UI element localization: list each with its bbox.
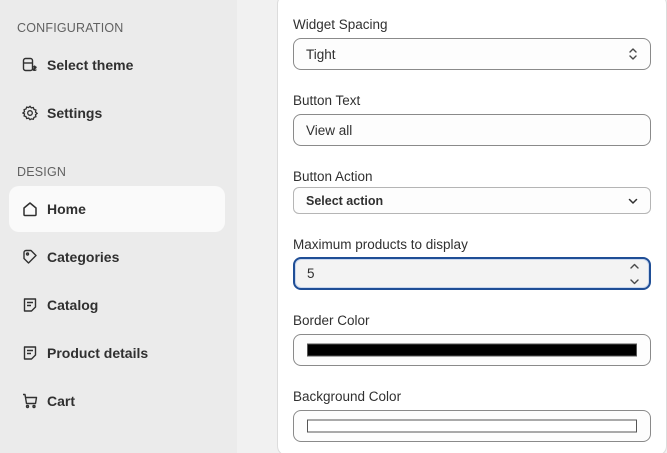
- sidebar-item-label: Categories: [47, 249, 120, 265]
- sidebar: CONFIGURATION Select theme Settings DESI…: [0, 0, 237, 453]
- border-color-swatch[interactable]: [307, 343, 637, 357]
- home-icon: [21, 201, 38, 218]
- section-label-configuration: CONFIGURATION: [17, 21, 124, 35]
- tag-icon: [21, 249, 38, 266]
- sidebar-item-home[interactable]: Home: [9, 186, 225, 232]
- sidebar-item-select-theme[interactable]: Select theme: [9, 42, 225, 88]
- sidebar-item-label: Catalog: [47, 297, 99, 313]
- button-action-select[interactable]: Select action: [293, 187, 651, 214]
- sidebar-item-label: Settings: [47, 105, 103, 121]
- border-color-picker[interactable]: [293, 334, 651, 366]
- widget-spacing-label: Widget Spacing: [293, 17, 388, 32]
- max-products-value: 5: [307, 266, 315, 281]
- sidebar-item-label: Cart: [47, 393, 76, 409]
- sidebar-item-categories[interactable]: Categories: [9, 234, 225, 280]
- button-text-value: View all: [306, 122, 353, 138]
- sidebar-item-cart[interactable]: Cart: [9, 378, 225, 424]
- select-arrows-icon: [626, 46, 640, 62]
- button-text-label: Button Text: [293, 93, 361, 108]
- max-products-stepper[interactable]: 5: [293, 257, 651, 290]
- cart-icon: [21, 393, 38, 410]
- sidebar-item-label: Select theme: [47, 57, 134, 73]
- layout-gap: [237, 0, 277, 453]
- sidebar-item-label: Product details: [47, 345, 149, 361]
- decrement-icon[interactable]: [629, 278, 640, 286]
- widget-spacing-select[interactable]: Tight: [293, 38, 651, 70]
- button-text-input[interactable]: View all: [293, 114, 651, 146]
- max-products-label: Maximum products to display: [293, 237, 468, 252]
- sidebar-item-label: Home: [47, 201, 86, 217]
- button-action-value: Select action: [306, 193, 384, 208]
- section-label-design: DESIGN: [17, 165, 67, 179]
- widget-spacing-value: Tight: [306, 46, 336, 62]
- sidebar-item-settings[interactable]: Settings: [9, 90, 225, 136]
- border-color-label: Border Color: [293, 313, 370, 328]
- chevron-down-icon: [626, 193, 640, 209]
- product-details-icon: [21, 345, 38, 362]
- button-action-label: Button Action: [293, 169, 373, 184]
- theme-icon: [21, 57, 38, 74]
- sidebar-item-product-details[interactable]: Product details: [9, 330, 225, 376]
- increment-icon[interactable]: [629, 262, 640, 270]
- background-color-label: Background Color: [293, 389, 402, 404]
- background-color-swatch[interactable]: [307, 419, 637, 433]
- number-stepper-controls[interactable]: [625, 262, 643, 286]
- catalog-icon: [21, 297, 38, 314]
- gear-icon: [21, 105, 38, 122]
- sidebar-item-catalog[interactable]: Catalog: [9, 282, 225, 328]
- background-color-picker[interactable]: [293, 410, 651, 442]
